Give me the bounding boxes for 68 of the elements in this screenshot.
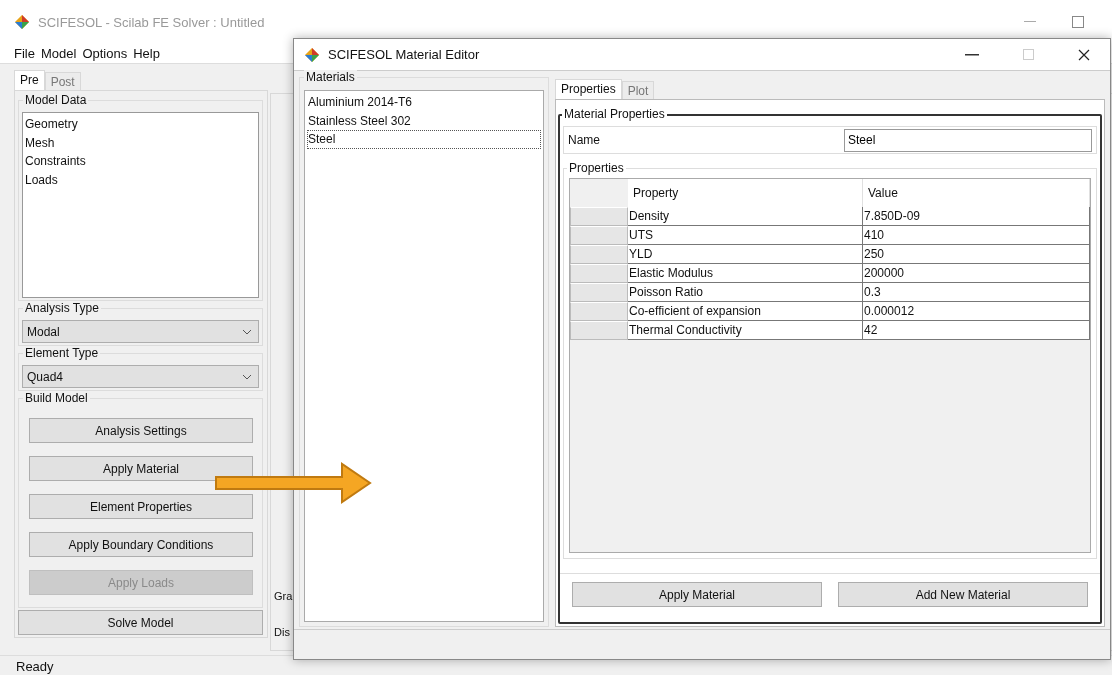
tab[interactable]: Properties <box>555 79 622 99</box>
table-cell: Co-efficient of expansion <box>628 302 863 321</box>
table-cell: 410 <box>863 226 1090 245</box>
dialog-button[interactable]: Apply Material <box>572 582 822 607</box>
app-logo-icon <box>304 46 320 63</box>
group-title: Element Type <box>23 346 101 360</box>
group-title: Build Model <box>23 391 90 405</box>
close-icon <box>1078 48 1090 61</box>
tab[interactable]: Pre <box>14 70 45 90</box>
menu-item[interactable]: Help <box>133 46 160 61</box>
action-button[interactable]: Element Properties <box>29 494 253 519</box>
maximize-icon <box>1072 16 1084 28</box>
table-cell: Density <box>628 207 863 226</box>
list-item[interactable]: Geometry <box>24 115 257 134</box>
group-title: Model Data <box>23 93 89 107</box>
row-header[interactable] <box>570 302 628 321</box>
name-label: Name <box>568 133 600 147</box>
table-cell: UTS <box>628 226 863 245</box>
minimize-icon <box>965 53 979 56</box>
dialog-button[interactable]: Add New Material <box>838 582 1088 607</box>
menu-item[interactable]: File <box>14 46 35 61</box>
action-button[interactable]: Apply Material <box>29 456 253 481</box>
app-logo-icon <box>14 14 30 30</box>
table-cell: Poisson Ratio <box>628 283 863 302</box>
window-title: SCIFESOL - Scilab FE Solver : Untitled <box>38 14 265 30</box>
list-item[interactable]: Constraints <box>24 152 257 171</box>
solve-model-button[interactable]: Solve Model <box>18 610 263 635</box>
table-cell: Elastic Modulus <box>628 264 863 283</box>
group-title: Properties <box>567 161 626 175</box>
chevron-down-icon <box>242 328 252 335</box>
table-cell: 42 <box>863 321 1090 340</box>
group-title: Materials <box>304 70 357 84</box>
table-cell: Thermal Conductivity <box>628 321 863 340</box>
action-button[interactable]: Apply Boundary Conditions <box>29 532 253 557</box>
maximize-icon <box>1022 49 1034 60</box>
status-text: Ready <box>16 659 54 674</box>
table-cell: 200000 <box>863 264 1090 283</box>
list-item[interactable]: Mesh <box>24 133 257 152</box>
group-title: Analysis Type <box>23 301 101 315</box>
name-field[interactable]: Steel <box>844 128 1092 152</box>
dropdown[interactable]: Modal <box>22 320 259 343</box>
menu-item[interactable]: Model <box>40 46 77 61</box>
dropdown[interactable]: Quad4 <box>22 365 259 388</box>
action-button[interactable]: Analysis Settings <box>29 418 253 443</box>
tab[interactable]: Post <box>44 72 81 90</box>
dialog-title: SCIFESOL Material Editor <box>328 47 480 62</box>
row-header[interactable] <box>570 207 628 226</box>
row-header[interactable] <box>570 283 628 302</box>
row-header[interactable] <box>570 245 628 264</box>
table-cell: 250 <box>863 245 1090 264</box>
table-cell: YLD <box>628 245 863 264</box>
list-item[interactable]: Stainless Steel 302 <box>307 111 541 130</box>
table-cell: 0.3 <box>863 283 1090 302</box>
list-item[interactable]: Loads <box>24 170 257 189</box>
group-title: Material Properties <box>562 107 667 121</box>
table-cell: 0.000012 <box>863 302 1090 321</box>
column-header[interactable]: Value <box>863 179 1090 207</box>
row-header[interactable] <box>570 321 628 340</box>
column-header[interactable]: Property <box>628 179 863 207</box>
minimize-icon <box>1024 21 1036 23</box>
list-item[interactable]: Aluminium 2014-T6 <box>307 93 541 112</box>
row-header[interactable] <box>570 226 628 245</box>
table-cell: 7.850D-09 <box>863 207 1090 226</box>
row-header[interactable] <box>570 264 628 283</box>
tab[interactable]: Plot <box>621 81 655 99</box>
chevron-down-icon <box>242 373 252 380</box>
menu-item[interactable]: Options <box>82 46 128 61</box>
list-item[interactable]: Steel <box>307 130 541 149</box>
